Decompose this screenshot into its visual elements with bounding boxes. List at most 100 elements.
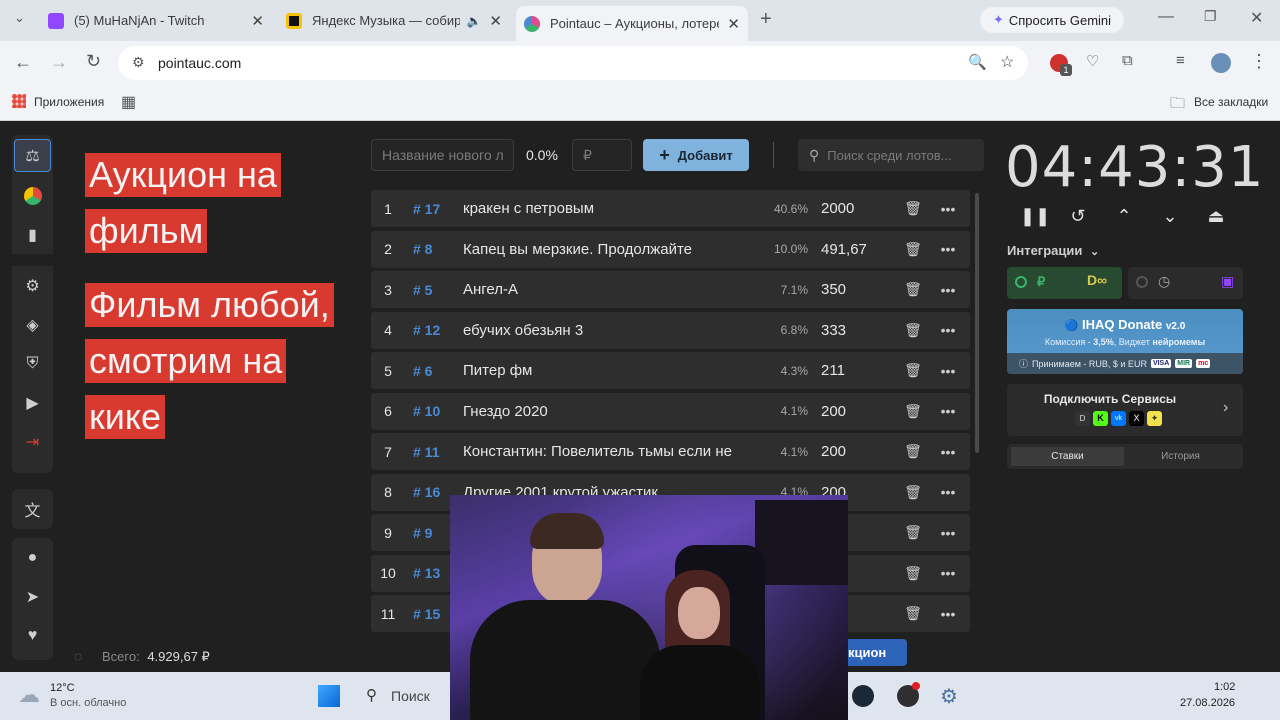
extensions-puzzle-icon[interactable]: ⧉	[1122, 52, 1133, 69]
lot-amount[interactable]: 350	[808, 281, 898, 298]
tab-twitch[interactable]: (5) MuHaNjAn - Twitch ✕	[40, 6, 272, 35]
tab-history[interactable]: История	[1124, 447, 1237, 466]
stats-bar-icon[interactable]: ▮	[12, 215, 53, 254]
address-bar[interactable]: ⚙ pointauc.com 🔍 ☆	[118, 46, 1028, 80]
site-settings-icon[interactable]: ⚙	[132, 54, 145, 71]
windows-start-icon[interactable]	[318, 685, 340, 707]
new-tab-icon[interactable]: +	[760, 8, 772, 31]
taskbar-search-icon[interactable]: ⚲	[366, 686, 377, 704]
minimize-icon[interactable]: —	[1158, 8, 1174, 26]
trash-icon[interactable]: 🗑	[898, 403, 928, 420]
radio-off-icon[interactable]	[1136, 276, 1148, 288]
lot-name[interactable]: Ангел-А	[463, 281, 753, 298]
lot-name[interactable]: Питер фм	[463, 362, 753, 379]
settings-gear-icon[interactable]: ⚙	[12, 266, 53, 305]
add-lot-button[interactable]: + Добавит	[643, 139, 749, 171]
taskbar-search-label[interactable]: Поиск	[391, 688, 430, 704]
trash-icon[interactable]: 🗑	[898, 524, 928, 541]
logout-icon[interactable]: ⇥	[12, 422, 53, 461]
connect-services-card[interactable]: Подключить Сервисы D K vk X ✦ ›	[1007, 384, 1243, 436]
more-options-icon[interactable]: •••	[928, 403, 968, 419]
lot-row[interactable]: 4 # 12 ебучих обезьян 3 6.8% 333 🗑 •••	[371, 311, 970, 349]
layers-icon[interactable]: ◈	[12, 305, 53, 344]
add-time-up-icon[interactable]: ⌃	[1112, 206, 1136, 227]
forward-icon[interactable]: →	[50, 52, 68, 73]
more-options-icon[interactable]: •••	[928, 282, 968, 298]
lot-amount[interactable]: 333	[808, 322, 898, 339]
double-up-icon[interactable]: ⏏	[1204, 206, 1228, 227]
lot-name[interactable]: Константин: Повелитель тьмы если не	[463, 443, 753, 460]
lot-row[interactable]: 5 # 6 Питер фм 4.3% 211 🗑 •••	[371, 352, 970, 389]
lot-amount[interactable]: 200	[808, 403, 898, 420]
translate-icon[interactable]: 文	[12, 489, 53, 528]
lot-row[interactable]: 3 # 5 Ангел-А 7.1% 350 🗑 •••	[371, 271, 970, 308]
more-options-icon[interactable]: •••	[928, 606, 968, 622]
trash-icon[interactable]: 🗑	[898, 484, 928, 501]
reload-icon[interactable]: ↻	[86, 51, 101, 72]
reset-icon[interactable]: ↺	[1066, 206, 1090, 227]
pause-icon[interactable]: ❚❚	[1020, 206, 1050, 227]
trash-icon[interactable]: 🗑	[898, 362, 928, 379]
weather-desc[interactable]: В осн. облачно	[50, 697, 126, 709]
lot-name[interactable]: кракен с петровым	[463, 200, 753, 217]
eye-off-icon[interactable]: ◌	[74, 648, 82, 664]
subtract-time-down-icon[interactable]: ⌄	[1158, 206, 1182, 227]
profile-avatar[interactable]	[1211, 53, 1231, 73]
video-library-icon[interactable]: ▶	[12, 383, 53, 422]
clock-date[interactable]: 27.08.2026	[1180, 697, 1235, 709]
more-options-icon[interactable]: •••	[928, 363, 968, 379]
integration-twitch[interactable]: ◷ ▣	[1128, 267, 1243, 299]
back-icon[interactable]: ←	[14, 52, 32, 73]
tab-pointauc[interactable]: Pointauc – Аукционы, лотереи ✕	[516, 6, 748, 41]
radio-on-icon[interactable]	[1015, 276, 1027, 288]
gemini-button[interactable]: ✦ Спросить Gemini	[980, 7, 1124, 33]
github-icon[interactable]: ●	[12, 538, 53, 577]
all-bookmarks[interactable]: Все закладки	[1194, 95, 1268, 109]
lot-name[interactable]: Капец вы мерзкие. Продолжайте	[463, 241, 753, 258]
more-options-icon[interactable]: •••	[928, 241, 968, 257]
donate-hand-icon[interactable]: ♥	[12, 616, 53, 655]
auction-gavel-icon[interactable]: ⚖	[14, 139, 51, 172]
restore-icon[interactable]: ❐	[1204, 8, 1217, 25]
tab-bids[interactable]: Ставки	[1011, 447, 1124, 466]
weather-temp[interactable]: 12°C	[50, 682, 75, 694]
lots-scrollbar[interactable]	[975, 193, 979, 453]
trash-icon[interactable]: 🗑	[898, 565, 928, 582]
lot-row[interactable]: 2 # 8 Капец вы мерзкие. Продолжайте 10.0% 49…	[371, 230, 970, 268]
lot-name[interactable]: ебучих обезьян 3	[463, 322, 753, 339]
tab-yandex-music[interactable]: Яндекс Музыка — собирае 🔈 ✕	[278, 6, 510, 35]
ihaq-donate-banner[interactable]: 🔵 IHAQ Donate v2.0 Комиссия - 3,5%, Видж…	[1007, 309, 1243, 374]
lot-row[interactable]: 6 # 10 Гнездо 2020 4.1% 200 🗑 •••	[371, 392, 970, 430]
lot-search-input[interactable]: ⚲ Поиск среди лотов...	[798, 139, 984, 171]
bookmark-apps[interactable]: Приложения	[34, 95, 104, 109]
close-icon[interactable]: ✕	[489, 12, 502, 30]
bookmark-star-icon[interactable]: ☆	[1000, 52, 1014, 72]
zoom-icon[interactable]: 🔍	[968, 53, 987, 71]
trash-icon[interactable]: 🗑	[898, 443, 928, 460]
lot-amount[interactable]: 200	[808, 443, 898, 460]
lot-amount[interactable]: 211	[808, 362, 898, 379]
trash-icon[interactable]: 🗑	[898, 281, 928, 298]
tab-list-chevron-icon[interactable]: ⌄	[14, 10, 25, 26]
lot-row[interactable]: 1 # 17 кракен с петровым 40.6% 2000 🗑 •••	[371, 190, 970, 227]
lot-name-input[interactable]: Название нового л	[371, 139, 514, 171]
steam-icon[interactable]	[852, 685, 874, 707]
telegram-icon[interactable]: ➤	[12, 577, 53, 616]
trash-icon[interactable]: 🗑	[898, 200, 928, 217]
close-icon[interactable]: ✕	[727, 15, 740, 33]
shield-check-icon[interactable]: ⛨	[12, 344, 53, 383]
tab-groups-icon[interactable]: ▦	[121, 92, 136, 112]
window-close-icon[interactable]: ✕	[1250, 8, 1263, 28]
speaker-icon[interactable]: 🔈	[466, 14, 481, 28]
media-control-icon[interactable]: ≡	[1176, 52, 1185, 69]
more-options-icon[interactable]: •••	[928, 525, 968, 541]
more-options-icon[interactable]: •••	[928, 444, 968, 460]
lot-name[interactable]: Гнездо 2020	[463, 403, 753, 420]
integration-donation-alerts[interactable]: ₽ D∞	[1007, 267, 1122, 299]
more-options-icon[interactable]: •••	[928, 201, 968, 217]
trash-icon[interactable]: 🗑	[898, 605, 928, 622]
menu-kebab-icon[interactable]: ⋮	[1250, 51, 1268, 72]
close-icon[interactable]: ✕	[251, 12, 264, 30]
shield-extension-icon[interactable]: ♡	[1086, 52, 1099, 70]
trash-icon[interactable]: 🗑	[898, 322, 928, 339]
